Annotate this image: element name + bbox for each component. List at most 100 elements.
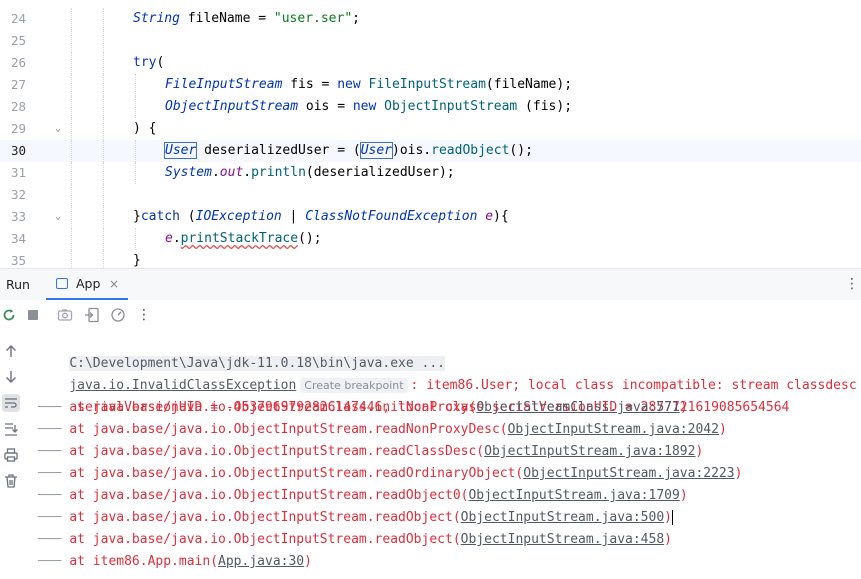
soft-wrap-icon[interactable] [2,394,20,412]
code-line[interactable]: 24 String fileName = "user.ser"; [0,8,861,30]
line-number[interactable]: 31 [0,162,26,184]
code-text[interactable]: String fileName = "user.ser"; [133,8,360,30]
code-line[interactable]: 31 System.out.println(deserializedUser); [0,162,861,184]
line-number[interactable]: 29 [0,118,26,140]
code-line[interactable]: 29 ⌄ ) { [0,118,861,140]
source-link[interactable]: ObjectInputStream.java:2042 [508,422,719,437]
indent-guide [71,206,72,228]
close-tab-icon[interactable]: × [109,269,119,299]
code-line[interactable]: 30 User deserializedUser = (User)ois.read… [0,140,861,162]
line-number[interactable]: 32 [0,184,26,206]
code-text[interactable]: try( [133,52,164,74]
scroll-up-icon[interactable] [2,342,20,360]
line-number[interactable]: 27 [0,74,26,96]
tab-app-label: App [76,276,101,291]
code-token: . [172,231,181,246]
code-token: System [165,165,212,180]
code-token: FileInputStream [368,77,486,92]
code-line[interactable]: 35} [0,250,861,268]
code-text[interactable]: } [133,250,141,268]
code-token: "user.ser" [273,11,353,26]
coverage-icon[interactable] [109,306,127,324]
source-link[interactable]: ObjectInputStream.java:1892 [484,444,695,459]
source-link[interactable]: ObjectInputStream.java:458 [461,532,665,547]
scroll-to-end-icon[interactable] [2,420,20,438]
line-number[interactable]: 34 [0,228,26,250]
stack-frame: ─── at java.base/java.io.ObjectInputStre… [38,529,672,551]
code-token: ( [179,209,196,224]
code-text[interactable]: FileInputStream fis = new FileInputStrea… [165,74,572,96]
code-line[interactable]: 28 ObjectInputStream ois = new ObjectInpu… [0,96,861,118]
code-token: ObjectInputStream [165,99,299,114]
source-link[interactable]: ObjectInputStream.java:2223 [523,466,734,481]
fold-chevron-icon[interactable]: ⌄ [55,206,63,228]
indent-guide [103,8,104,30]
text-caret [671,510,674,525]
indent-guide [103,140,104,162]
code-text[interactable]: System.out.println(deserializedUser); [165,162,455,184]
indent-guide [71,228,72,250]
frame-fold-dash: ─── [38,488,70,503]
fold-chevron-icon[interactable]: ⌄ [55,118,63,140]
code-line[interactable]: 27 FileInputStream fis = new FileInputStr… [0,74,861,96]
scroll-down-icon[interactable] [2,368,20,386]
code-text[interactable]: ) { [133,118,156,140]
code-text[interactable]: User deserializedUser = (User)ois.readOb… [163,140,533,162]
indent-guide [103,206,104,228]
line-number[interactable]: 35 [0,250,26,268]
source-link[interactable]: App.java:30 [218,554,304,569]
indent-guide [135,228,136,250]
code-line[interactable]: 34 e.printStackTrace(); [0,228,861,250]
indent-guide [71,74,72,96]
code-line[interactable]: 33 ⌄ }catch (IOException | ClassNotFoundEx… [0,206,861,228]
line-number[interactable]: 25 [0,30,26,52]
camera-icon[interactable] [56,306,74,324]
code-editor[interactable]: 24 String fileName = "user.ser"; 25 26 try(2… [0,0,861,268]
restore-layout-icon[interactable] [83,306,101,324]
code-token: println [251,165,306,180]
line-number[interactable]: 28 [0,96,26,118]
code-line[interactable]: 25 [0,30,861,52]
source-link[interactable]: ObjectInputStream.java:1709 [468,488,679,503]
indent-guide [71,162,72,184]
indent-guide [135,162,136,184]
code-token: String [133,11,180,26]
indent-guide [103,52,104,74]
line-number[interactable]: 24 [0,8,26,30]
more-options-icon[interactable]: ⋮ [845,269,859,299]
stop-icon[interactable] [24,306,42,324]
source-link[interactable]: ObjectStreamClass.java:571 [476,400,680,415]
stack-frame: ─── at java.base/java.io.ObjectInputStre… [38,441,703,463]
print-icon[interactable] [2,446,20,464]
code-token: } [133,209,141,224]
line-number[interactable]: 30 [0,140,26,162]
indent-guide [135,140,136,162]
code-text[interactable]: e.printStackTrace(); [165,228,322,250]
code-token: (fis); [517,99,573,114]
indent-guide [103,228,104,250]
tab-app[interactable]: App × [46,269,128,301]
run-panel-title[interactable]: Run [6,269,30,301]
frame-method: at java.base/java.io.ObjectStreamClass.i… [69,400,477,415]
code-token: ( [156,55,165,70]
code-token: out [219,165,244,180]
source-link[interactable]: ObjectInputStream.java:500 [461,510,665,525]
line-number[interactable]: 26 [0,52,26,74]
clear-all-icon[interactable] [2,472,20,490]
indent-guide [135,96,136,118]
code-line[interactable]: 32 [0,184,861,206]
code-token: (); [509,143,533,158]
more-actions-icon[interactable]: ⋮ [135,306,153,324]
line-number[interactable]: 33 [0,206,26,228]
console-output[interactable]: C:\Development\Java\jdk-11.0.18\bin\java… [30,330,861,579]
code-text[interactable]: ObjectInputStream ois = new ObjectInputS… [165,96,572,118]
rerun-icon[interactable] [0,306,18,324]
indent-guide [135,74,136,96]
code-text[interactable]: }catch (IOException | ClassNotFoundExcep… [133,206,509,228]
frame-method: at java.base/java.io.ObjectInputStream.r… [69,444,485,459]
code-token: . [243,165,252,180]
code-line[interactable]: 26 try( [0,52,861,74]
code-token: try [133,55,157,70]
indent-guide [71,52,72,74]
code-token: | [281,209,306,224]
